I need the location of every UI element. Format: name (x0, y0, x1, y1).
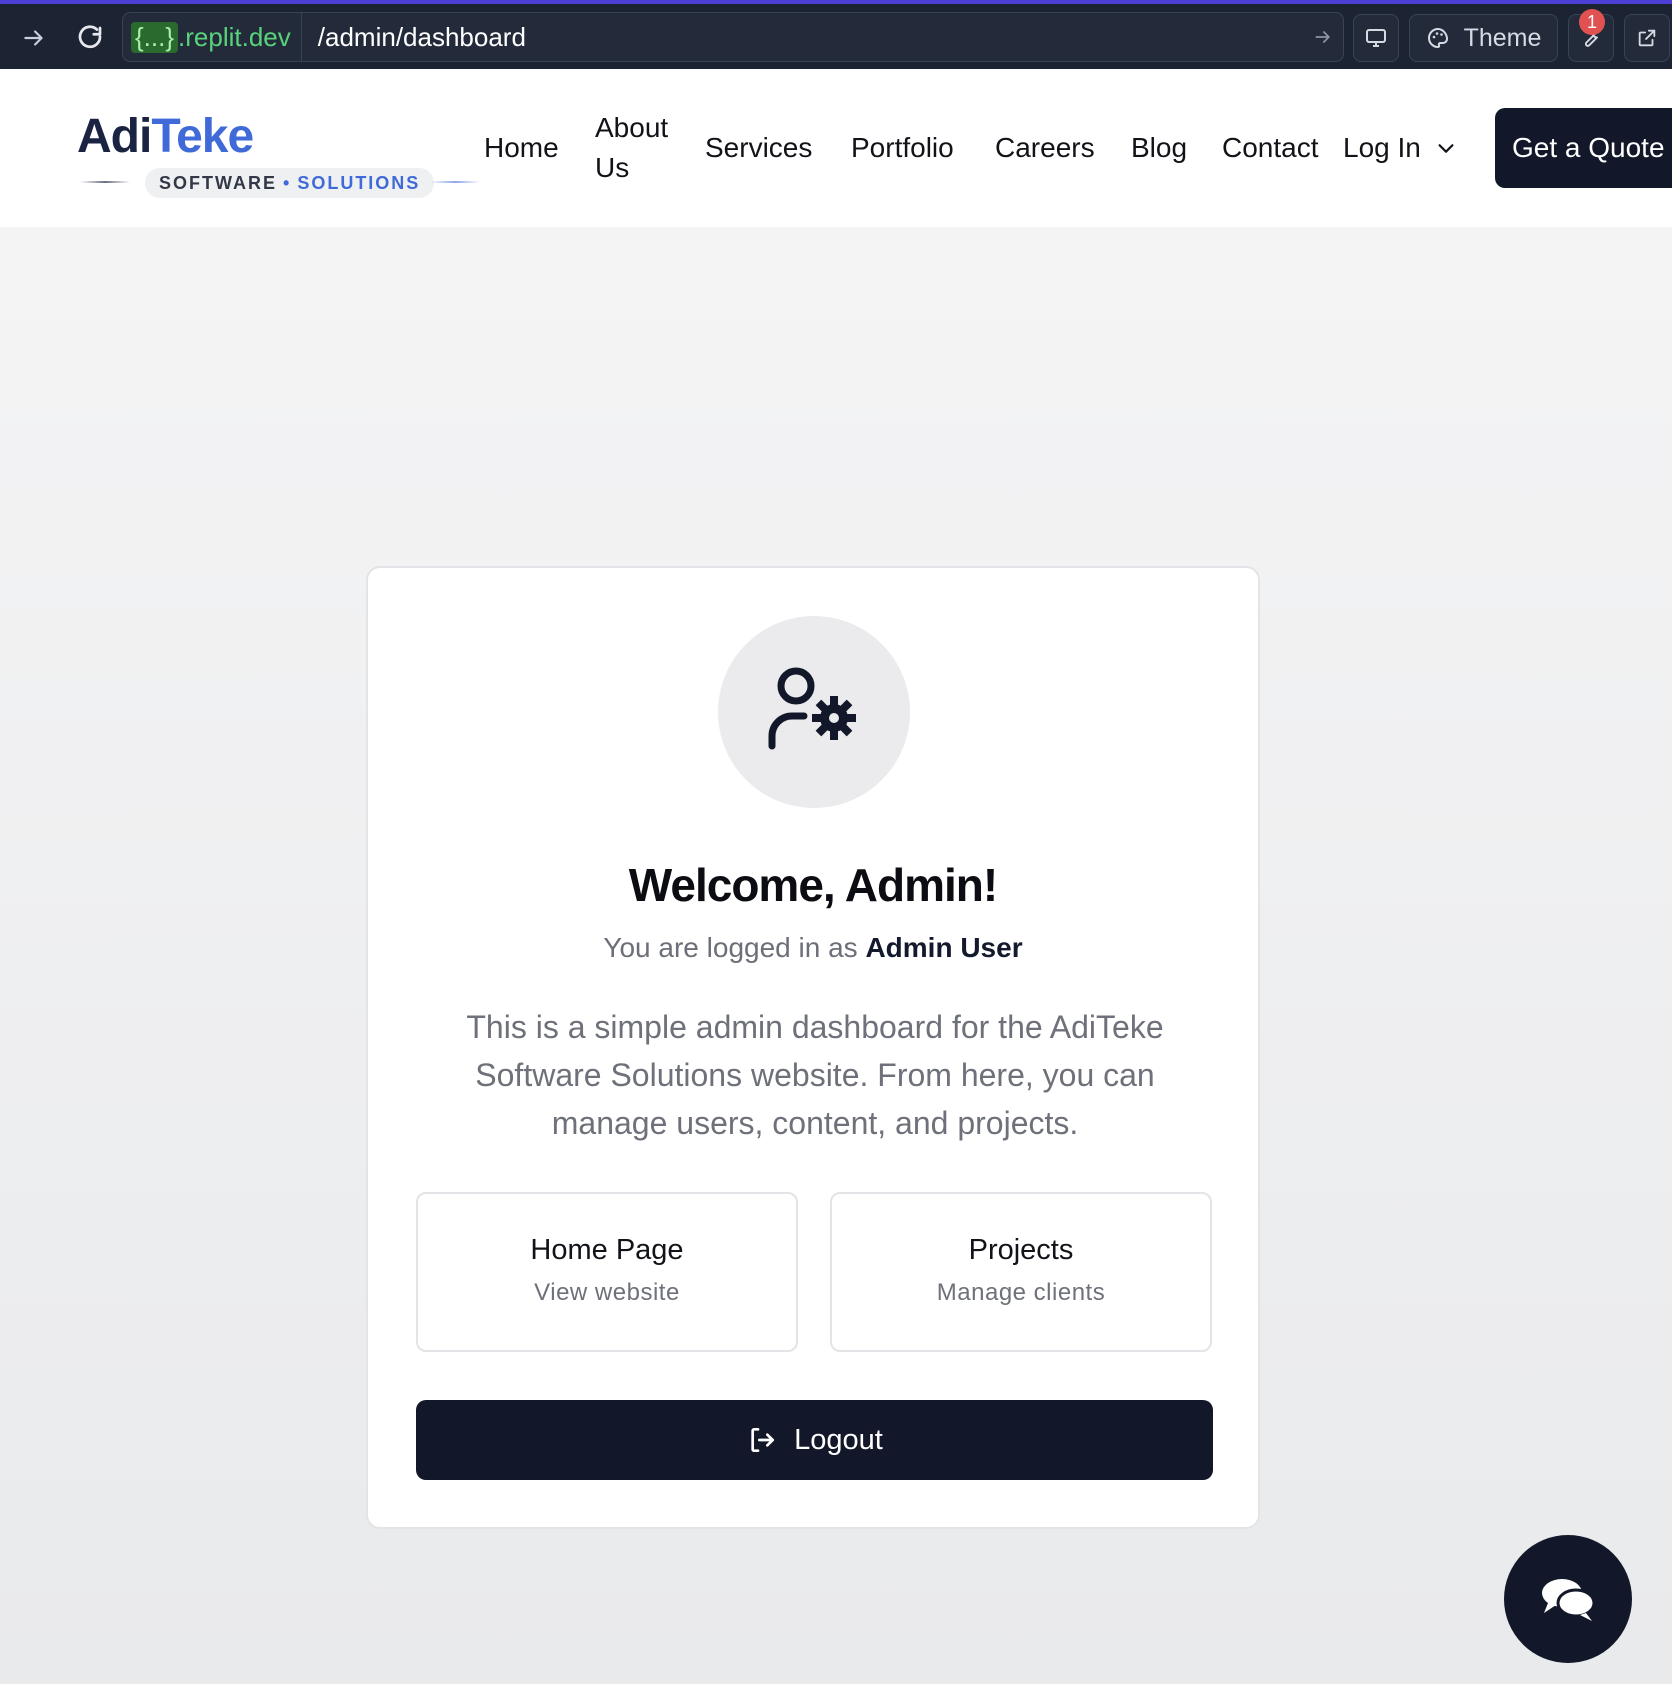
nav-about-line1: About (595, 112, 669, 143)
nav-login-dropdown[interactable]: Log In (1343, 128, 1457, 168)
nav-contact[interactable]: Contact (1222, 128, 1319, 168)
url-go-button[interactable] (1303, 27, 1343, 47)
device-preview-button[interactable] (1353, 14, 1399, 62)
logo-divider-left (80, 181, 130, 183)
url-path[interactable]: /admin/dashboard (302, 22, 1303, 53)
nav-about[interactable]: About Us (595, 108, 668, 188)
logo-tagline-separator: • (283, 172, 292, 193)
reload-icon (78, 25, 102, 49)
chevron-down-icon (1438, 144, 1454, 153)
tile-subtitle: View website (534, 1279, 680, 1306)
page-title: Welcome, Admin! (628, 859, 998, 911)
chat-widget-button[interactable] (1504, 1535, 1632, 1663)
arrow-right-icon (1315, 31, 1330, 43)
projects-tile[interactable]: Projects Manage clients (830, 1192, 1212, 1352)
tile-title: Home Page (530, 1234, 684, 1266)
address-bar[interactable]: {...} .replit.dev /admin/dashboard (122, 12, 1344, 62)
url-host-brace: {...} (131, 21, 179, 53)
forward-button[interactable] (14, 18, 54, 58)
logo-tagline-part2: SOLUTIONS (297, 172, 421, 193)
logout-label: Logout (794, 1423, 883, 1456)
home-page-tile[interactable]: Home Page View website (416, 1192, 798, 1352)
theme-button[interactable]: Theme (1409, 14, 1558, 62)
logo[interactable]: AdiTeke (77, 109, 254, 164)
browser-toolbar: {...} .replit.dev /admin/dashboard Theme… (0, 0, 1672, 69)
nav-careers[interactable]: Careers (995, 128, 1095, 168)
chat-bubbles-icon (1542, 1579, 1596, 1621)
devtools-button[interactable]: 1 (1568, 9, 1614, 62)
nav-about-line2: Us (595, 152, 630, 183)
logged-in-prefix: You are logged in as (603, 932, 858, 963)
logout-icon (751, 1428, 775, 1452)
logged-in-status: You are logged in as Admin User (368, 932, 1258, 964)
logout-button[interactable]: Logout (416, 1400, 1213, 1480)
open-new-tab-button[interactable] (1624, 14, 1670, 62)
logged-in-user: Admin User (865, 932, 1023, 963)
notification-badge: 1 (1579, 9, 1605, 35)
palette-icon (1427, 27, 1448, 49)
external-link-icon (1638, 29, 1656, 47)
logo-tagline-part1: SOFTWARE (159, 172, 277, 193)
url-host: {...} .replit.dev (123, 13, 302, 61)
reload-button[interactable] (70, 18, 110, 58)
tile-title: Projects (968, 1234, 1074, 1266)
nav-home[interactable]: Home (484, 128, 559, 168)
nav-blog[interactable]: Blog (1131, 128, 1187, 168)
nav-login-label: Log In (1343, 132, 1421, 163)
logo-divider-right (430, 181, 480, 183)
nav-portfolio[interactable]: Portfolio (851, 128, 954, 168)
logo-part2: Teke (151, 110, 254, 163)
theme-label: Theme (1463, 23, 1542, 52)
logo-tagline: SOFTWARE • SOLUTIONS (145, 168, 435, 198)
nav-services[interactable]: Services (705, 128, 812, 168)
user-cog-icon (768, 667, 856, 750)
monitor-icon (1366, 29, 1386, 47)
arrow-right-icon (24, 30, 43, 46)
admin-dashboard-card: Welcome, Admin! You are logged in as Adm… (366, 566, 1260, 1529)
logo-part1: Adi (77, 110, 152, 163)
get-a-quote-button[interactable]: Get a Quote (1495, 108, 1672, 188)
url-host-domain: .replit.dev (178, 21, 291, 52)
site-header: AdiTeke SOFTWARE • SOLUTIONS Home About … (0, 69, 1672, 227)
tile-subtitle: Manage clients (936, 1279, 1106, 1306)
avatar (718, 616, 910, 808)
dashboard-description: This is a simple admin dashboard for the… (466, 1009, 1164, 1141)
